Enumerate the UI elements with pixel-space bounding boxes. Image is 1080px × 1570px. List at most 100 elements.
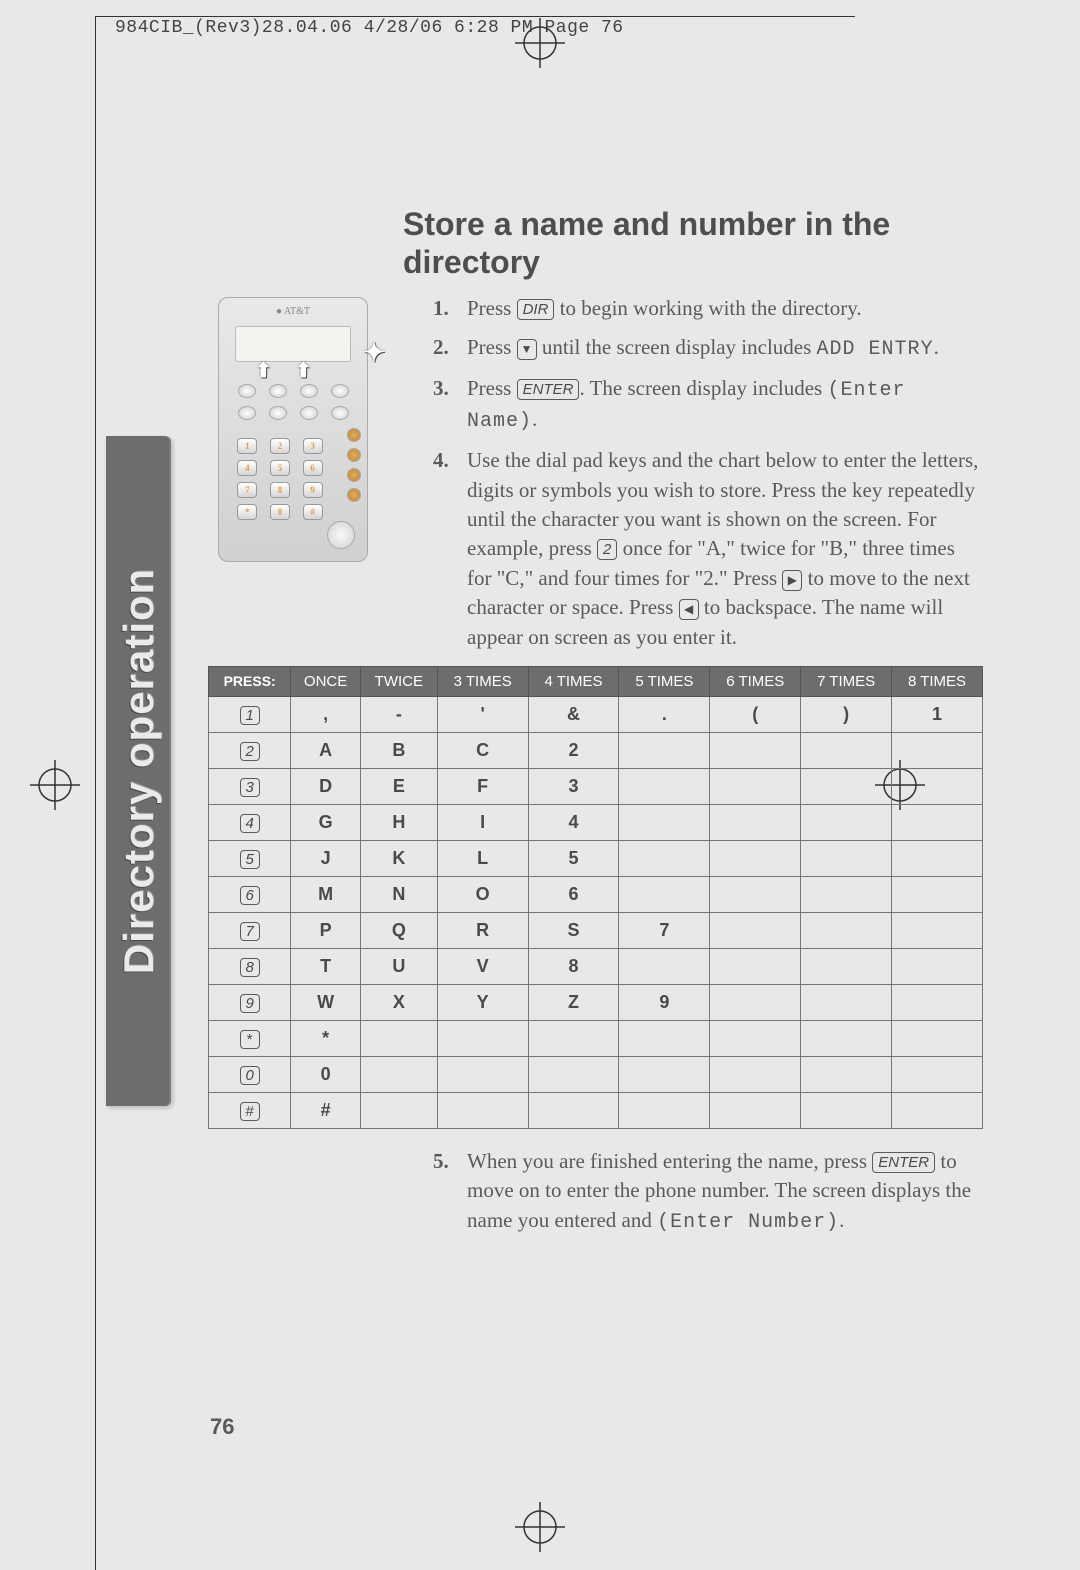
table-cell: ( [710,696,801,732]
table-header-cell: 3 TIMES [437,666,528,696]
table-cell [528,1020,619,1056]
table-row: 5JKL5 [209,840,983,876]
dialpad-key-icon: 7 [240,922,260,941]
step-text: Use the dial pad keys and the chart belo… [467,446,983,652]
table-cell [801,948,892,984]
enter-key-icon: ENTER [872,1152,935,1173]
table-cell: L [437,840,528,876]
dialpad-key-icon: # [240,1102,260,1121]
table-cell [710,912,801,948]
table-cell [801,912,892,948]
dialpad-key-icon: 8 [240,958,260,977]
down-arrow-key-icon: ▼ [517,339,537,360]
step-1: 1. Press DIR to begin working with the d… [433,294,983,323]
step-text: Press ENTER. The screen display includes… [467,374,983,436]
table-cell: . [619,696,710,732]
table-cell: ) [801,696,892,732]
step-number: 4. [433,446,467,652]
table-cell: ' [437,696,528,732]
table-row: 6MNO6 [209,876,983,912]
table-key-cell: 4 [209,804,291,840]
table-cell [619,840,710,876]
table-key-cell: # [209,1092,291,1128]
table-row: ## [209,1092,983,1128]
table-cell: A [291,732,361,768]
table-row: 7PQRS7 [209,912,983,948]
table-key-cell: 9 [209,984,291,1020]
table-cell [360,1056,437,1092]
table-cell: S [528,912,619,948]
table-cell [528,1056,619,1092]
table-cell: , [291,696,361,732]
registration-mark-top-icon [515,18,565,68]
table-key-cell: 6 [209,876,291,912]
page-title: Store a name and number in the directory [403,205,983,282]
table-cell: 0 [291,1056,361,1092]
table-cell [528,1092,619,1128]
table-header-cell: 5 TIMES [619,666,710,696]
lcd-text: (Enter Number) [657,1211,839,1234]
table-cell [892,984,983,1020]
table-cell [801,768,892,804]
table-cell: N [360,876,437,912]
table-key-cell: * [209,1020,291,1056]
character-entry-table: PRESS:ONCETWICE3 TIMES4 TIMES5 TIMES6 TI… [208,666,983,1129]
table-row: 00 [209,1056,983,1092]
table-cell: W [291,984,361,1020]
table-cell: M [291,876,361,912]
table-cell [801,876,892,912]
dialpad-key-icon: * [240,1030,260,1049]
table-cell: V [437,948,528,984]
table-cell: R [437,912,528,948]
left-arrow-key-icon: ◀ [679,599,699,620]
table-cell [801,984,892,1020]
page-number: 76 [210,1414,234,1440]
table-cell [801,804,892,840]
table-cell [437,1092,528,1128]
table-header-cell: 8 TIMES [892,666,983,696]
table-cell: F [437,768,528,804]
table-cell [710,768,801,804]
lcd-text: ADD ENTRY [817,338,934,361]
content-area: Store a name and number in the directory… [208,205,983,1247]
table-cell: - [360,696,437,732]
table-cell: T [291,948,361,984]
dialpad-key-icon: 5 [240,850,260,869]
dialpad-key-icon: 3 [240,778,260,797]
table-cell [360,1092,437,1128]
table-cell: U [360,948,437,984]
step-number: 2. [433,333,467,364]
table-cell: # [291,1092,361,1128]
table-cell [619,732,710,768]
table-cell [710,804,801,840]
two-key-icon: 2 [597,539,617,560]
step-2: 2. Press ▼ until the screen display incl… [433,333,983,364]
crop-mark-top [95,16,855,17]
registration-mark-left-icon [30,760,80,810]
step-4: 4. Use the dial pad keys and the chart b… [433,446,983,652]
table-key-cell: 7 [209,912,291,948]
table-cell: X [360,984,437,1020]
table-cell [710,1020,801,1056]
table-cell: B [360,732,437,768]
table-row: 3DEF3 [209,768,983,804]
table-cell [360,1020,437,1056]
dialpad-key-icon: 2 [240,742,260,761]
table-cell [619,1092,710,1128]
table-cell [801,1020,892,1056]
table-cell [710,1056,801,1092]
table-cell: P [291,912,361,948]
table-cell: Z [528,984,619,1020]
table-cell [619,876,710,912]
table-cell: G [291,804,361,840]
crop-mark-left [95,16,96,1570]
table-row: 4GHI4 [209,804,983,840]
step-5: 5. When you are finished entering the na… [433,1147,983,1237]
instruction-steps: 1. Press DIR to begin working with the d… [433,294,983,652]
table-header-cell: TWICE [360,666,437,696]
table-cell [892,1056,983,1092]
enter-key-icon: ENTER [517,379,580,400]
table-cell [892,912,983,948]
table-header-cell: PRESS: [209,666,291,696]
table-cell [619,1020,710,1056]
